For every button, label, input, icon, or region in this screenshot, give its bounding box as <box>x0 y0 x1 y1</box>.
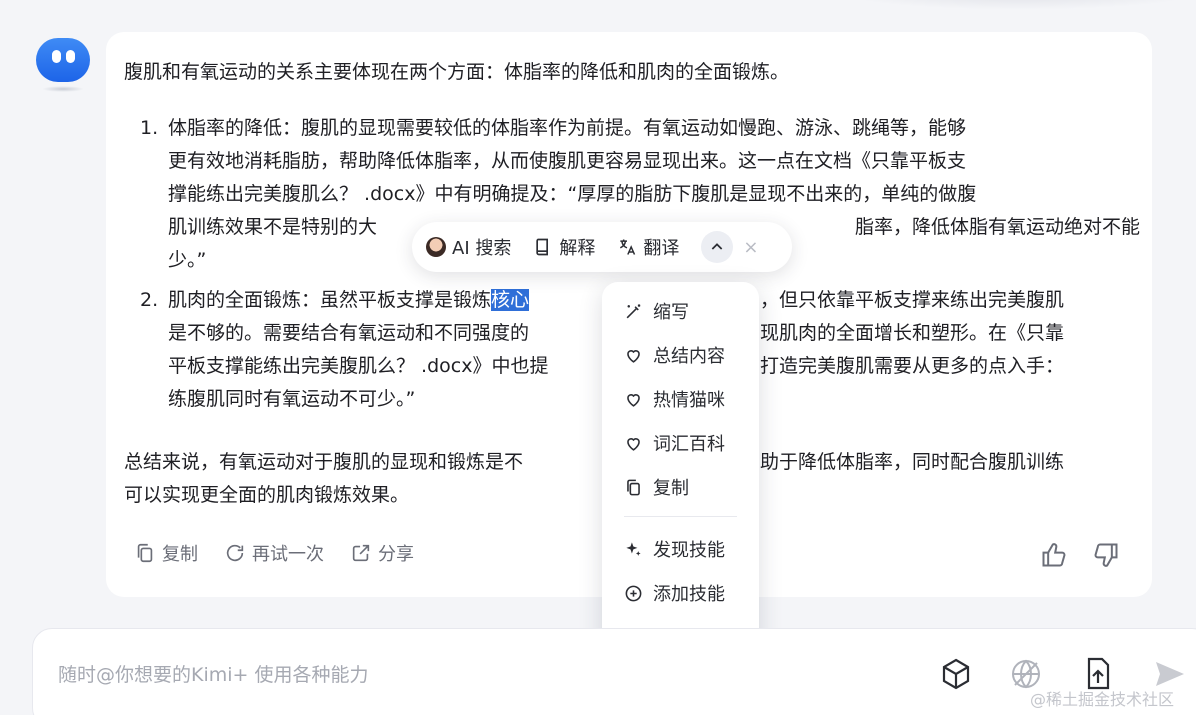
thumbs-up-button[interactable] <box>1040 541 1068 569</box>
heart-icon <box>627 349 640 363</box>
explain-button[interactable]: 解释 <box>533 234 595 260</box>
item1-line5: 少。” <box>168 249 207 271</box>
thumbs-up-icon <box>1042 543 1066 567</box>
top-shadow <box>830 0 1196 10</box>
kimi-plus-button[interactable] <box>938 656 974 692</box>
explain-label: 解释 <box>559 238 596 259</box>
collapse-button[interactable] <box>701 231 734 263</box>
avatar-shadow <box>42 86 84 92</box>
menu-label: 总结内容 <box>653 346 725 367</box>
menu-item-wiki[interactable]: 词汇百科 <box>624 430 725 456</box>
item2-line1-text: 肌肉的全面锻炼：虽然平板支撑是锻炼 <box>168 289 492 311</box>
close-icon[interactable]: × <box>743 237 758 258</box>
copy-icon <box>627 479 640 495</box>
retry-label: 再试一次 <box>252 544 324 565</box>
kimi-bot-icon <box>36 38 90 82</box>
share-icon <box>352 544 370 562</box>
menu-label: 发现技能 <box>653 540 725 561</box>
skills-menu: 缩写 总结内容 热情猫咪 词汇百科 复制 发现技能 添加技能 设置 <box>602 282 759 662</box>
item1-line4b: 脂率，降低体脂有氧运动绝对不能 <box>855 216 1141 238</box>
copy-label: 复制 <box>162 544 198 565</box>
item2-line1a: 肌肉的全面锻炼：虽然平板支撑是锻炼核心 <box>168 284 530 317</box>
menu-label: 缩写 <box>653 302 689 323</box>
selected-text[interactable]: 核心 <box>491 289 530 311</box>
translate-icon <box>620 239 636 255</box>
message-actions: 复制 再试一次 分享 <box>134 540 414 566</box>
ai-search-label: AI 搜索 <box>452 238 512 259</box>
avatar-eye-right <box>66 50 75 63</box>
cube-icon <box>942 658 970 690</box>
summary-line2: 可以实现更全面的肌肉锻炼效果。 <box>124 484 410 506</box>
sparkle-icon <box>626 541 641 556</box>
ai-assistant-icon <box>426 237 446 257</box>
thumbs-down-button[interactable] <box>1092 541 1120 569</box>
plus-circle-icon <box>625 585 642 601</box>
menu-item-discover-skills[interactable]: 发现技能 <box>624 536 725 562</box>
item1-line4a: 肌训练效果不是特别的大 <box>168 216 378 238</box>
chevron-up-icon <box>712 243 723 250</box>
ai-search-button[interactable]: AI 搜索 <box>426 234 511 260</box>
item2-line2b: 现肌肉的全面增长和塑形。在《只靠 <box>760 322 1065 344</box>
list-number: 2. <box>140 289 159 311</box>
share-button[interactable]: 分享 <box>350 540 414 566</box>
item1-line3: 撑能练出完美腹肌么？ .docx》中有明确提及：“厚厚的脂肪下腹肌是显现不出来的… <box>168 183 977 205</box>
menu-label: 词汇百科 <box>653 434 725 455</box>
selection-toolbar: AI 搜索 解释 翻译 × <box>412 222 792 272</box>
item2-line1b: ，但只依靠平板支撑来练出完美腹肌 <box>760 289 1065 311</box>
magic-wand-icon <box>626 303 641 318</box>
translate-button[interactable]: 翻译 <box>617 234 679 260</box>
item2-line3b: 打造完美腹肌需要从更多的点入手： <box>760 355 1065 377</box>
list-number: 1. <box>140 117 159 139</box>
copy-icon <box>137 543 153 563</box>
item1-line1: 体脂率的降低：腹肌的显现需要较低的体脂率作为前提。有氧运动如慢跑、游泳、跳绳等，… <box>168 117 967 139</box>
heart-icon <box>627 393 640 407</box>
menu-divider <box>624 516 737 517</box>
book-icon <box>536 238 549 256</box>
item2-line2a: 是不够的。需要结合有氧运动和不同强度的 <box>168 322 530 344</box>
refresh-icon <box>226 544 244 562</box>
item2-line3a: 平板支撑能练出完美腹肌么？ .docx》中也提 <box>168 355 549 377</box>
chat-input-placeholder: 随时@你想要的Kimi+ 使用各种能力 <box>58 664 369 686</box>
menu-item-copy[interactable]: 复制 <box>624 474 689 500</box>
summary-line1a: 总结来说，有氧运动对于腹肌的显现和锻炼是不 <box>124 451 524 473</box>
copy-button[interactable]: 复制 <box>134 540 198 566</box>
heart-icon <box>627 437 640 451</box>
message-intro: 腹肌和有氧运动的关系主要体现在两个方面：体脂率的降低和肌肉的全面锻炼。 <box>124 61 790 83</box>
item1-line2: 更有效地消耗脂肪，帮助降低体脂率，从而使腹肌更容易显现出来。这一点在文档《只靠平… <box>168 150 967 172</box>
retry-button[interactable]: 再试一次 <box>224 540 324 566</box>
share-label: 分享 <box>378 544 414 565</box>
menu-item-add-skill[interactable]: 添加技能 <box>624 580 725 606</box>
menu-label: 热情猫咪 <box>653 390 725 411</box>
watermark: @稀土掘金技术社区 <box>1030 690 1175 709</box>
summary-line1b: 助于降低体脂率，同时配合腹肌训练 <box>760 451 1065 473</box>
menu-item-cat[interactable]: 热情猫咪 <box>624 386 725 412</box>
menu-item-summarize[interactable]: 总结内容 <box>624 342 725 368</box>
item2-line4: 练腹肌同时有氧运动不可少。” <box>168 388 416 410</box>
avatar-eye-left <box>52 50 61 63</box>
translate-label: 翻译 <box>643 238 680 259</box>
menu-label: 复制 <box>653 478 689 499</box>
thumbs-down-icon <box>1094 543 1118 567</box>
menu-label: 添加技能 <box>653 584 725 605</box>
menu-item-abbreviate[interactable]: 缩写 <box>624 298 689 324</box>
